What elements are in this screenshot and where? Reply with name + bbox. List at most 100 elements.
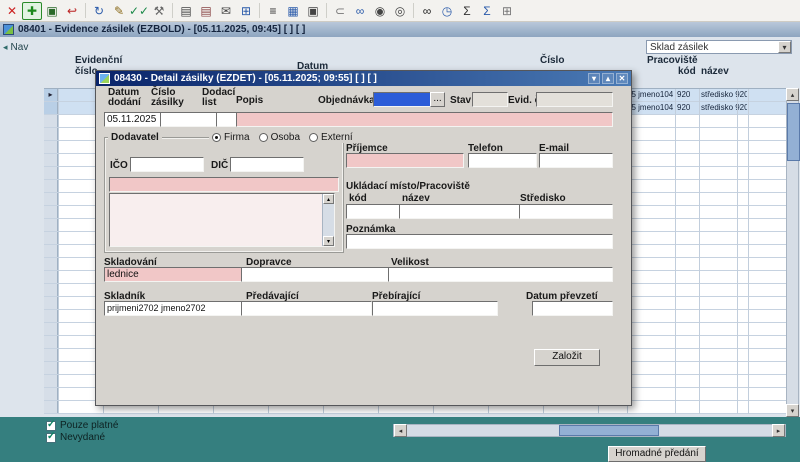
undo-icon[interactable]: ↩: [62, 2, 82, 20]
skladovani-input[interactable]: lednice: [104, 267, 243, 282]
horizontal-scrollbar[interactable]: ◂ ▸: [393, 424, 786, 437]
print-icon[interactable]: ▤: [176, 2, 196, 20]
eye-icon[interactable]: ◉: [370, 2, 390, 20]
nav-collapse-button[interactable]: ◂ Nav: [3, 42, 28, 53]
scroll-left-icon[interactable]: ◂: [394, 424, 407, 437]
skladnik-input[interactable]: prijmeni2702 jmeno2702: [104, 301, 243, 316]
close-button[interactable]: ✕: [616, 73, 628, 84]
predavajici-input[interactable]: [241, 301, 372, 316]
evid-c-input[interactable]: [536, 92, 613, 107]
row-header[interactable]: [44, 193, 58, 205]
row-header[interactable]: [44, 362, 58, 374]
dic-input[interactable]: [230, 157, 304, 172]
dodavatel-name-input[interactable]: [109, 177, 339, 192]
row-header[interactable]: [44, 245, 58, 257]
tools-icon[interactable]: ⚒: [149, 2, 169, 20]
scroll-down-icon[interactable]: ▾: [786, 404, 799, 417]
cube-icon[interactable]: ⊞: [497, 2, 517, 20]
row-header[interactable]: [44, 115, 58, 127]
telefon-input[interactable]: [468, 153, 537, 168]
datum-prevzeti-input[interactable]: [532, 301, 613, 316]
ukladaci-kod-input[interactable]: [346, 204, 402, 219]
row-header[interactable]: [44, 128, 58, 140]
link-icon[interactable]: ∞: [350, 2, 370, 20]
row-header[interactable]: [44, 180, 58, 192]
list-icon[interactable]: ≡: [263, 2, 283, 20]
row-header[interactable]: [44, 271, 58, 283]
email-input[interactable]: [539, 153, 613, 168]
warehouse-select[interactable]: Sklad zásilek ▾: [646, 40, 792, 54]
pouze-platne-checkbox[interactable]: Pouze platné: [46, 420, 118, 431]
minimize-button[interactable]: ▾: [588, 73, 600, 84]
scroll-down-icon[interactable]: ▾: [323, 236, 334, 246]
scroll-right-icon[interactable]: ▸: [772, 424, 785, 437]
dialog-titlebar[interactable]: 08430 - Detail zásilky (EZDET) - [05.11.…: [96, 71, 631, 86]
delete-icon[interactable]: ✕: [2, 2, 22, 20]
zalozit-button[interactable]: Založit: [534, 349, 600, 366]
row-header[interactable]: ▸: [44, 89, 58, 101]
row-header[interactable]: [44, 401, 58, 413]
scroll-thumb[interactable]: [787, 103, 800, 161]
row-header[interactable]: [44, 167, 58, 179]
scroll-thumb[interactable]: [559, 425, 659, 436]
add-icon[interactable]: ✚: [22, 2, 42, 20]
column-header-nazev[interactable]: název: [701, 66, 729, 77]
scroll-up-icon[interactable]: ▴: [323, 194, 334, 204]
mail-icon[interactable]: ✉: [216, 2, 236, 20]
objednavka-browse-button[interactable]: ...: [430, 92, 445, 107]
save-icon[interactable]: ▣: [42, 2, 62, 20]
row-header[interactable]: [44, 336, 58, 348]
popis-input[interactable]: [236, 112, 613, 127]
refresh-icon[interactable]: ↻: [89, 2, 109, 20]
listbox-scrollbar[interactable]: ▴ ▾: [322, 194, 334, 246]
velikost-input[interactable]: [388, 267, 613, 282]
row-header[interactable]: [44, 154, 58, 166]
row-header[interactable]: [44, 102, 58, 114]
hromadne-predani-button[interactable]: Hromadné předání: [608, 446, 706, 462]
maximize-button[interactable]: ▴: [602, 73, 614, 84]
prijemce-input[interactable]: [346, 153, 464, 168]
column-header-evidencni[interactable]: Evidenční: [75, 55, 122, 66]
row-header[interactable]: [44, 206, 58, 218]
row-header[interactable]: [44, 297, 58, 309]
dodavatel-listbox[interactable]: ▴ ▾: [109, 193, 335, 247]
cislo-zasilky-input[interactable]: [160, 112, 219, 127]
paperclip-icon[interactable]: ⊂: [330, 2, 350, 20]
grid-icon[interactable]: ▦: [283, 2, 303, 20]
column-header-pracoviste[interactable]: Pracoviště: [647, 55, 698, 66]
sum-icon[interactable]: Σ: [457, 2, 477, 20]
column-header-kod[interactable]: kód: [678, 66, 696, 77]
row-header[interactable]: [44, 323, 58, 335]
stav-input[interactable]: [472, 92, 508, 107]
glasses-icon[interactable]: ∞: [417, 2, 437, 20]
row-header[interactable]: [44, 375, 58, 387]
poznamka-input[interactable]: [346, 234, 613, 249]
calculator-icon[interactable]: ⊞: [236, 2, 256, 20]
nevydane-checkbox[interactable]: Nevydané: [46, 432, 105, 443]
column-header-cislo[interactable]: Číslo: [540, 55, 564, 66]
datum-dodani-input[interactable]: 05.11.2025: [104, 112, 163, 127]
check-icon[interactable]: ✓✓: [129, 2, 149, 20]
ukladaci-nazev-input[interactable]: [399, 204, 522, 219]
ico-input[interactable]: [130, 157, 204, 172]
objednavka-input[interactable]: [373, 92, 433, 107]
row-header[interactable]: [44, 388, 58, 400]
window-titlebar[interactable]: 08401 - Evidence zásilek (EZBOLD) - [05.…: [0, 22, 800, 37]
row-header[interactable]: [44, 258, 58, 270]
row-header[interactable]: [44, 141, 58, 153]
stredisko-input[interactable]: [519, 204, 613, 219]
edit-icon[interactable]: ✎: [109, 2, 129, 20]
form-icon[interactable]: ▣: [303, 2, 323, 20]
print-preview-icon[interactable]: ▤: [196, 2, 216, 20]
sum-filter-icon[interactable]: Σ: [477, 2, 497, 20]
preview-icon[interactable]: ◎: [390, 2, 410, 20]
vertical-scrollbar[interactable]: ▴ ▾: [786, 88, 799, 417]
row-header[interactable]: [44, 349, 58, 361]
prebirajici-input[interactable]: [372, 301, 498, 316]
radio-osoba[interactable]: Osoba: [259, 132, 300, 143]
scroll-up-icon[interactable]: ▴: [786, 88, 799, 101]
clock-icon[interactable]: ◷: [437, 2, 457, 20]
row-header[interactable]: [44, 232, 58, 244]
dopravce-input[interactable]: [241, 267, 390, 282]
row-header[interactable]: [44, 219, 58, 231]
